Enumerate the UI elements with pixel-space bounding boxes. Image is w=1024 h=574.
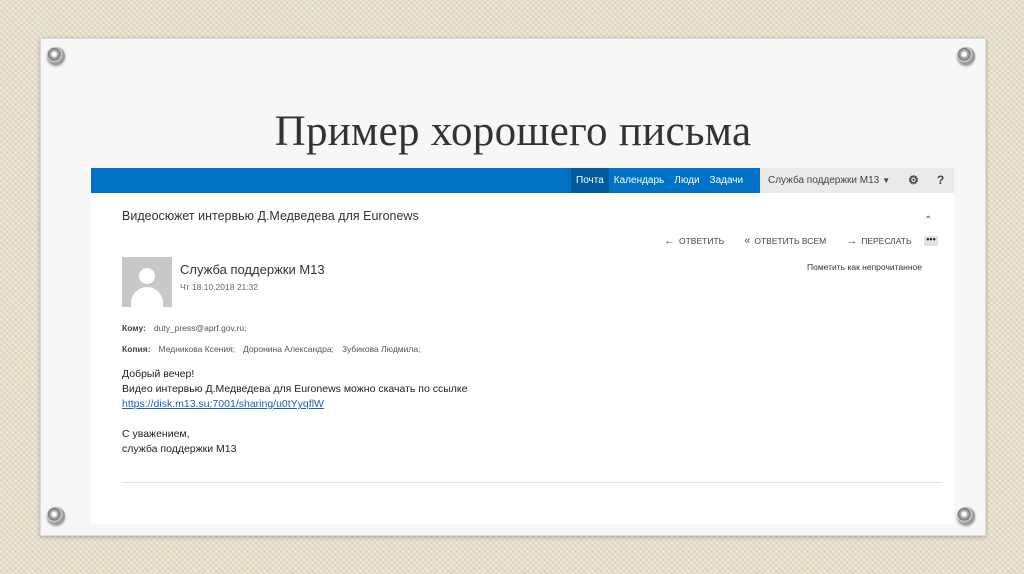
- reply-all-label: ОТВЕТИТЬ ВСЕМ: [754, 236, 827, 246]
- nav-people[interactable]: Люди: [669, 168, 704, 193]
- cc-line: Копия: Медникова Ксения; Доронина Александ…: [122, 344, 428, 354]
- user-name: Служба поддержки М13: [768, 175, 880, 186]
- slide-title: Пример хорошего письма: [274, 108, 752, 155]
- nav-mail[interactable]: Почта: [571, 168, 609, 193]
- signature-name: служба поддержки М13: [122, 443, 237, 455]
- divider: [122, 482, 942, 483]
- pin-icon: [47, 47, 65, 65]
- to-recipient[interactable]: duty_press@aprf.gov.ru;: [154, 323, 247, 333]
- reading-pane: Видеосюжет интервью Д.Медведева для Euro…: [94, 193, 954, 524]
- cc-label: Копия:: [122, 344, 151, 354]
- forward-arrow-icon: →: [846, 235, 858, 247]
- gear-icon[interactable]: ⚙: [900, 168, 927, 193]
- email-body: Добрый вечер! Видео интервью Д.Медведева…: [122, 367, 467, 412]
- avatar-head: [139, 268, 155, 284]
- cc-recipient[interactable]: Медникова Ксения;: [159, 344, 236, 354]
- reply-button[interactable]: ← ОТВЕТИТЬ: [664, 235, 724, 247]
- reply-all-button[interactable]: « ОТВЕТИТЬ ВСЕМ: [744, 235, 826, 247]
- reply-label: ОТВЕТИТЬ: [679, 236, 725, 246]
- pin-icon: [957, 47, 975, 65]
- forward-button[interactable]: → ПЕРЕСЛАТЬ: [846, 235, 911, 247]
- email-screenshot: Почта Календарь Люди Задачи Служба подде…: [91, 168, 954, 524]
- slide-card: Пример хорошего письма Почта Календарь Л…: [40, 38, 986, 536]
- sent-date: Чт 18.10.2018 21:32: [180, 282, 259, 292]
- more-actions-button[interactable]: •••: [924, 235, 938, 246]
- to-line: Кому: duty_press@aprf.gov.ru;: [122, 323, 246, 333]
- cc-recipient[interactable]: Доронина Александра;: [243, 344, 334, 354]
- pin-icon: [957, 507, 975, 525]
- collapse-icon[interactable]: ⌃: [924, 215, 932, 226]
- app-nav: Почта Календарь Люди Задачи: [571, 168, 748, 193]
- greeting: Добрый вечер!: [122, 368, 195, 380]
- email-subject: Видеосюжет интервью Д.Медведева для Euro…: [122, 209, 419, 223]
- pin-icon: [47, 507, 65, 525]
- avatar-body: [131, 287, 163, 307]
- user-menu[interactable]: Служба поддержки М13 ▼: [760, 168, 900, 193]
- cc-recipient[interactable]: Зубикова Людмила;: [342, 344, 421, 354]
- to-label: Кому:: [122, 323, 146, 333]
- email-actions: ← ОТВЕТИТЬ « ОТВЕТИТЬ ВСЕМ → ПЕРЕСЛАТЬ: [664, 235, 932, 247]
- sender-name: Служба поддержки М13: [180, 262, 325, 277]
- forward-label: ПЕРЕСЛАТЬ: [861, 236, 912, 246]
- avatar: [122, 257, 172, 307]
- reply-all-icon: «: [744, 235, 751, 247]
- download-link[interactable]: https://disk.m13.su:7001/sharing/u0tYyqf…: [122, 397, 467, 412]
- chevron-down-icon: ▼: [882, 176, 891, 185]
- signature: С уважением, служба поддержки М13: [122, 427, 236, 457]
- reply-arrow-icon: ←: [664, 235, 675, 247]
- body-line: Видео интервью Д.Медведева для Euronews …: [122, 383, 468, 395]
- help-button[interactable]: ?: [927, 168, 954, 193]
- mark-unread-link[interactable]: Пометить как непрочитанное: [807, 262, 922, 272]
- closing: С уважением,: [122, 428, 190, 440]
- nav-tasks[interactable]: Задачи: [705, 168, 749, 193]
- nav-calendar[interactable]: Календарь: [609, 168, 669, 193]
